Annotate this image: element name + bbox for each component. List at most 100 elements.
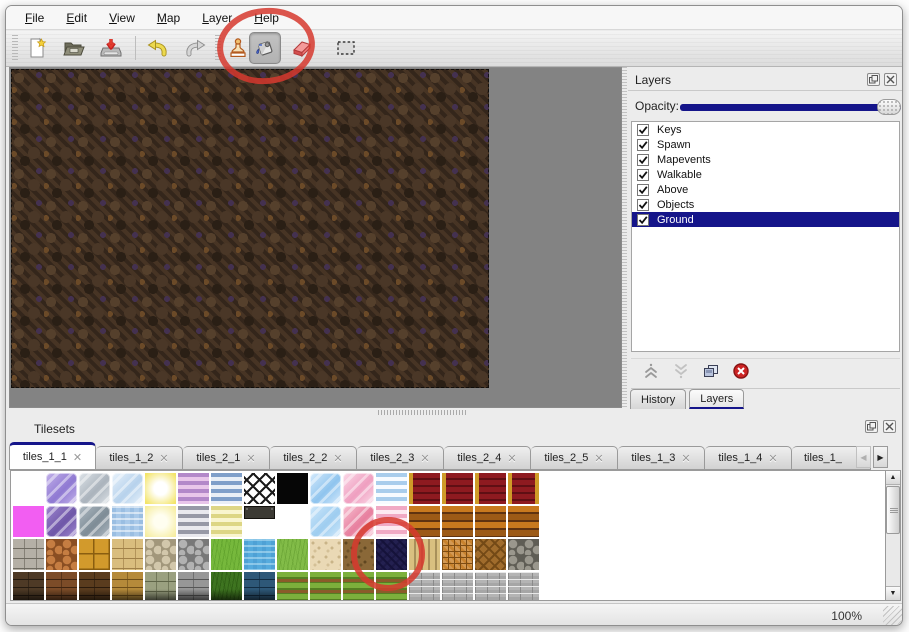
tileset-tile-stripes_pink[interactable] [376,506,407,537]
tileset-tile-sand_pale[interactable] [310,539,341,570]
tileset-tab-tiles_1_4[interactable]: tiles_1_4✕ [705,446,792,470]
menu-edit[interactable]: Edit [55,8,98,28]
tileset-tile-glass_gray[interactable] [79,473,110,504]
tileset-tile-black[interactable] [277,473,308,504]
close-tab-icon[interactable]: ✕ [768,452,777,465]
save-file-button[interactable] [97,34,125,62]
tileset-tile-herringbone[interactable] [475,539,506,570]
tileset-tile-basket_weave[interactable] [442,539,473,570]
tileset-tile-dirt_speckled[interactable] [343,539,374,570]
layer-visibility-checkbox[interactable] [637,124,649,136]
tileset-tile-glass_purple_dk[interactable] [46,506,77,537]
tileset-tile-brick_gray_rows[interactable] [409,572,440,601]
opacity-slider-handle[interactable] [877,99,901,115]
close-tab-icon[interactable]: ✕ [333,452,342,465]
tileset-tile-stripes_yellow[interactable] [211,506,242,537]
tileset-tile-curtain[interactable] [475,473,506,504]
layer-visibility-checkbox[interactable] [637,139,649,151]
tileset-tile-stone_gray[interactable] [13,539,44,570]
menu-map[interactable]: Map [146,8,191,28]
rect-select-tool-button[interactable] [332,34,360,62]
delete-layer-button[interactable] [731,364,751,384]
tileset-tile-magenta[interactable] [13,506,44,537]
tileset-tile-tiles_gold[interactable] [79,539,110,570]
scrollbar-thumb[interactable] [886,486,900,534]
tileset-tile-glow_yellow[interactable] [145,473,176,504]
map-filled-region[interactable] [11,69,489,388]
float-panel-icon[interactable] [867,73,880,86]
tileset-tile-brick_darker[interactable] [79,572,110,601]
tileset-tile-brick_gold[interactable] [112,572,143,601]
tileset-tile-hedge_dark[interactable] [211,572,242,601]
tileset-tab-tiles_2_5[interactable]: tiles_2_5✕ [531,446,618,470]
tileset-tile-curtain[interactable] [409,473,440,504]
tileset-tile-glass_pink2[interactable] [343,506,374,537]
layer-visibility-checkbox[interactable] [637,184,649,196]
tileset-tab-tiles_2_4[interactable]: tiles_2_4✕ [444,446,531,470]
tileset-tile-glass_purple[interactable] [46,473,77,504]
vertical-splitter[interactable] [622,67,627,408]
scroll-down-icon[interactable]: ▼ [886,586,900,600]
tileset-tile-stripes_blue[interactable] [211,473,242,504]
tileset-tile-brick_gray_rows[interactable] [508,572,539,601]
menu-layer[interactable]: Layer [191,8,243,28]
tab-scroll-left-icon[interactable]: ◀ [856,446,871,468]
tab-scroll-right-icon[interactable]: ▶ [873,446,888,468]
tileset-tab-tiles_1_1[interactable]: tiles_1_1✕ [9,442,96,470]
close-tab-icon[interactable]: ✕ [594,452,603,465]
layer-row-ground[interactable]: Ground [632,212,899,227]
undo-button[interactable] [143,34,171,62]
dock-tab-layers[interactable]: Layers [689,389,744,409]
opacity-slider[interactable] [680,104,901,111]
layer-visibility-checkbox[interactable] [637,199,649,211]
menu-help[interactable]: Help [243,8,290,28]
layer-row-objects[interactable]: Objects [632,197,899,212]
toolbar-drag-handle[interactable] [215,35,221,62]
tileset-tile-brick_brown[interactable] [46,572,77,601]
tileset-tab-tiles_2_1[interactable]: tiles_2_1✕ [183,446,270,470]
tileset-tile-farm_rows[interactable] [310,572,341,601]
tileset-tile-cobble_orange[interactable] [46,539,77,570]
duplicate-layer-button[interactable] [701,364,721,384]
tileset-tile-cobble_gray[interactable] [178,539,209,570]
move-layer-down-button[interactable] [671,364,691,384]
tileset-tile-grass_green[interactable] [277,539,308,570]
tileset-tile-stripes_gray[interactable] [178,506,209,537]
layer-row-walkable[interactable]: Walkable [632,167,899,182]
tileset-tab-tiles_1_2[interactable]: tiles_1_2✕ [96,446,183,470]
tileset-tile-water_blue[interactable] [244,539,275,570]
tileset-tile-lattice[interactable] [244,473,275,504]
tileset-tile-navy_weave[interactable] [376,539,407,570]
tileset-tile-glass_blue2[interactable] [310,473,341,504]
layer-visibility-checkbox[interactable] [637,214,649,226]
tileset-tile-farm_rows[interactable] [376,572,407,601]
close-tab-icon[interactable]: ✕ [420,452,429,465]
tileset-tile-brick_blue[interactable] [244,572,275,601]
tileset-tile-curtain[interactable] [442,473,473,504]
map-canvas[interactable] [9,67,622,408]
float-panel-icon[interactable] [865,420,878,433]
layer-visibility-checkbox[interactable] [637,169,649,181]
tileset-tile-stone_tan[interactable] [112,539,143,570]
tileset-tile-farm_rows[interactable] [277,572,308,601]
tileset-tab-tiles_2_2[interactable]: tiles_2_2✕ [270,446,357,470]
stamp-tool-button[interactable] [224,34,252,62]
tileset-tile-glass_pink[interactable] [343,473,374,504]
close-tab-icon[interactable]: ✕ [507,452,516,465]
layer-row-spawn[interactable]: Spawn [632,137,899,152]
tileset-tile-grass_bright[interactable] [211,539,242,570]
tileset-tile-brick_gray_rows[interactable] [475,572,506,601]
move-layer-up-button[interactable] [641,364,661,384]
close-tab-icon[interactable]: ✕ [73,451,82,464]
tileset-tile-brick_gray[interactable] [178,572,209,601]
new-file-button[interactable] [23,34,51,62]
tileset-tile-stone_mossy[interactable] [145,572,176,601]
tileset-tile-glass_gray_dk[interactable] [79,506,110,537]
close-panel-icon[interactable] [883,420,896,433]
tileset-tile-farm_rows[interactable] [343,572,374,601]
tileset-tile-metal_plate[interactable] [244,506,275,519]
tileset-tile-pale_yellow[interactable] [145,506,176,537]
layer-row-mapevents[interactable]: Mapevents [632,152,899,167]
close-tab-icon[interactable]: ✕ [246,452,255,465]
tileset-tile-brick_dark[interactable] [13,572,44,601]
